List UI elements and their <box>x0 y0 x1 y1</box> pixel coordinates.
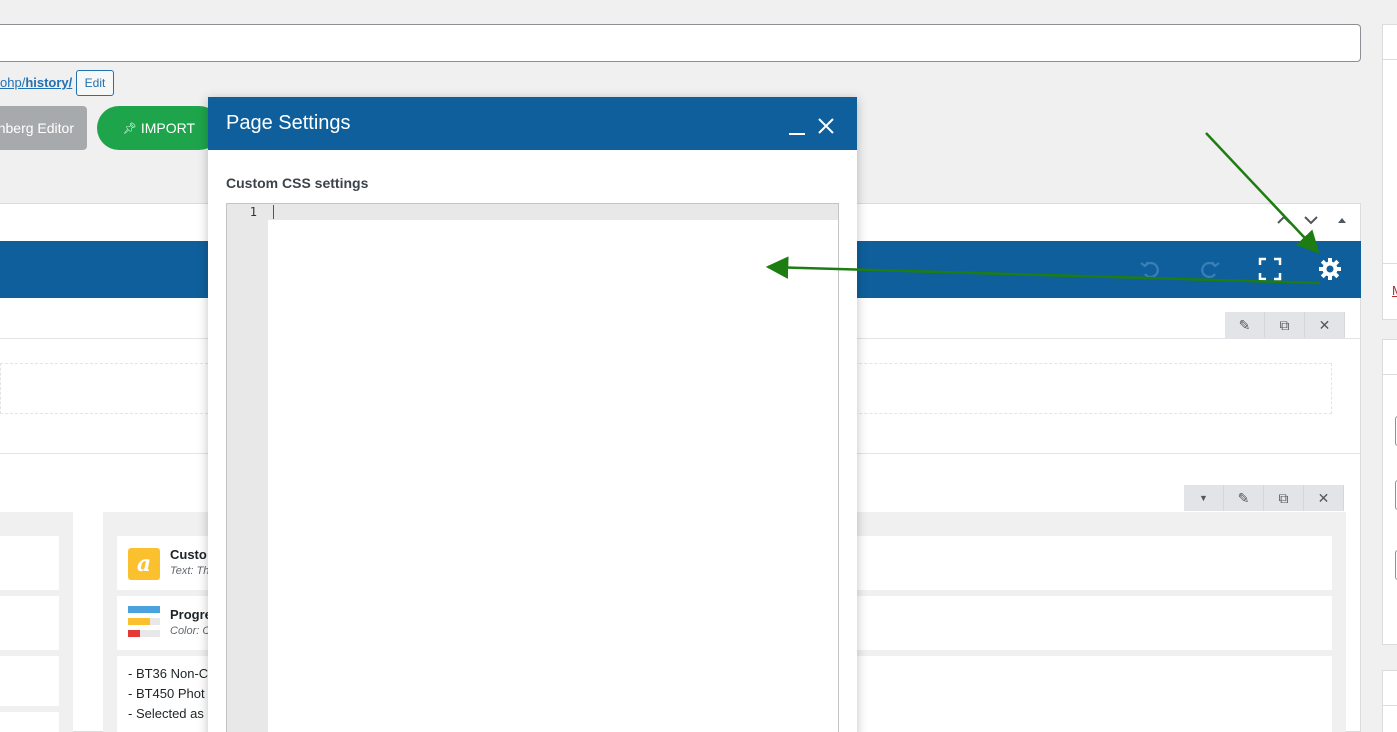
edit-row-button[interactable]: ✎ <box>1225 312 1265 338</box>
row1-controls: ✎ ⧉ ✕ <box>1225 312 1345 338</box>
element-block[interactable] <box>0 536 59 590</box>
element-title: Progre <box>170 607 212 622</box>
sidebar-panel: M <box>1382 24 1397 320</box>
custom-css-label: Custom CSS settings <box>226 175 369 191</box>
progress-bar-icon <box>128 606 160 640</box>
text-line: - BT36 Non-C <box>128 666 209 681</box>
css-code-editor[interactable]: 1 <box>226 203 839 732</box>
redo-icon[interactable] <box>1196 255 1224 283</box>
row-options-button[interactable]: ▼ <box>1184 485 1224 511</box>
gutenberg-editor-button[interactable]: nberg Editor <box>0 106 87 150</box>
duplicate-row-button[interactable]: ⧉ <box>1264 485 1304 511</box>
element-subtitle: Text: Th <box>170 565 210 577</box>
text-line: - Selected as <box>128 706 204 721</box>
active-line-highlight <box>268 204 838 220</box>
chevron-down-icon[interactable] <box>1303 212 1319 231</box>
close-icon[interactable] <box>815 115 837 137</box>
copy-icon: ⧉ <box>1278 489 1289 506</box>
pencil-icon: ✎ <box>1237 489 1250 506</box>
fullscreen-icon[interactable] <box>1256 255 1284 283</box>
undo-icon[interactable] <box>1136 255 1164 283</box>
element-title: Custo <box>170 547 207 562</box>
pin-icon: 📌︎ <box>122 122 137 135</box>
line-number-gutter: 1 <box>227 204 268 732</box>
edit-row-button[interactable]: ✎ <box>1224 485 1264 511</box>
sidebar-panel <box>1382 339 1397 645</box>
close-icon: ✕ <box>1318 316 1331 333</box>
post-title-input[interactable] <box>0 24 1361 62</box>
minimize-icon[interactable] <box>786 117 808 139</box>
import-button[interactable]: 📌︎ IMPORT <box>97 106 221 150</box>
copy-icon: ⧉ <box>1279 316 1290 333</box>
pencil-icon: ✎ <box>1238 316 1251 333</box>
element-block[interactable] <box>0 712 59 732</box>
element-block[interactable] <box>0 656 59 706</box>
move-to-trash-link[interactable]: M <box>1392 283 1397 298</box>
line-number: 1 <box>249 205 257 219</box>
sidebar-panel <box>1382 670 1397 732</box>
page-settings-modal: Page Settings Custom CSS settings 1 <box>208 97 857 732</box>
toggle-panel-icon[interactable] <box>1336 212 1348 231</box>
row2-controls: ▼ ✎ ⧉ ✕ <box>1184 485 1344 511</box>
delete-row-button[interactable]: ✕ <box>1305 312 1345 338</box>
permalink-link[interactable]: ohp/history/ <box>0 75 72 90</box>
caret-down-icon: ▼ <box>1199 493 1208 503</box>
text-element-icon: a <box>128 548 160 580</box>
text-line: - BT450 Phot <box>128 686 205 701</box>
text-preview: - BT36 Non-C - BT450 Phot - Selected as <box>128 664 208 724</box>
delete-row-button[interactable]: ✕ <box>1304 485 1344 511</box>
element-subtitle: Color: C <box>170 625 211 637</box>
import-label: IMPORT <box>140 120 196 136</box>
duplicate-row-button[interactable]: ⧉ <box>1265 312 1305 338</box>
chevron-up-icon[interactable] <box>1276 212 1292 231</box>
permalink-edit-button[interactable]: Edit <box>76 70 114 96</box>
element-block[interactable] <box>0 596 59 650</box>
modal-header: Page Settings <box>208 97 857 150</box>
gear-icon[interactable] <box>1316 255 1344 283</box>
modal-title: Page Settings <box>226 112 351 134</box>
close-icon: ✕ <box>1317 489 1330 506</box>
text-cursor <box>273 205 274 219</box>
